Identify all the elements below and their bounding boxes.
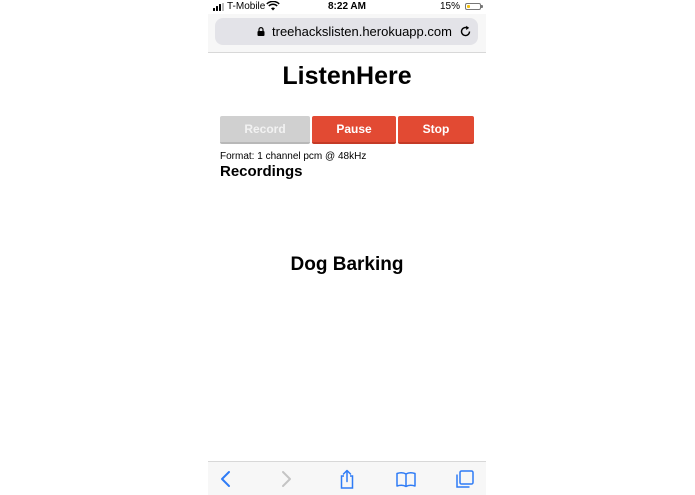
address-bar-area: treehackslisten.herokuapp.com [208,14,486,53]
back-icon[interactable] [216,469,236,489]
recordings-heading: Recordings [220,163,303,180]
reload-icon[interactable] [459,25,472,38]
stop-button[interactable]: Stop [398,116,474,144]
record-button[interactable]: Record [220,116,310,144]
page-title: ListenHere [282,62,412,90]
lock-icon [257,27,265,36]
battery-percent: 15% [439,1,460,12]
browser-toolbar [208,461,486,495]
classification-result: Dog Barking [290,254,404,275]
share-icon[interactable] [337,469,357,489]
forward-icon[interactable] [276,469,296,489]
status-bar: T-Mobile 8:22 AM 15% [208,0,486,14]
tabs-icon[interactable] [455,469,475,489]
battery-icon [465,3,483,10]
phone-screen: T-Mobile 8:22 AM 15% treehackslisten.her… [208,0,486,495]
pause-button[interactable]: Pause [312,116,396,144]
bookmarks-icon[interactable] [396,469,416,489]
address-bar[interactable]: treehackslisten.herokuapp.com [215,18,478,45]
url-text[interactable]: treehackslisten.herokuapp.com [272,24,452,39]
format-info: Format: 1 channel pcm @ 48kHz [220,151,367,162]
